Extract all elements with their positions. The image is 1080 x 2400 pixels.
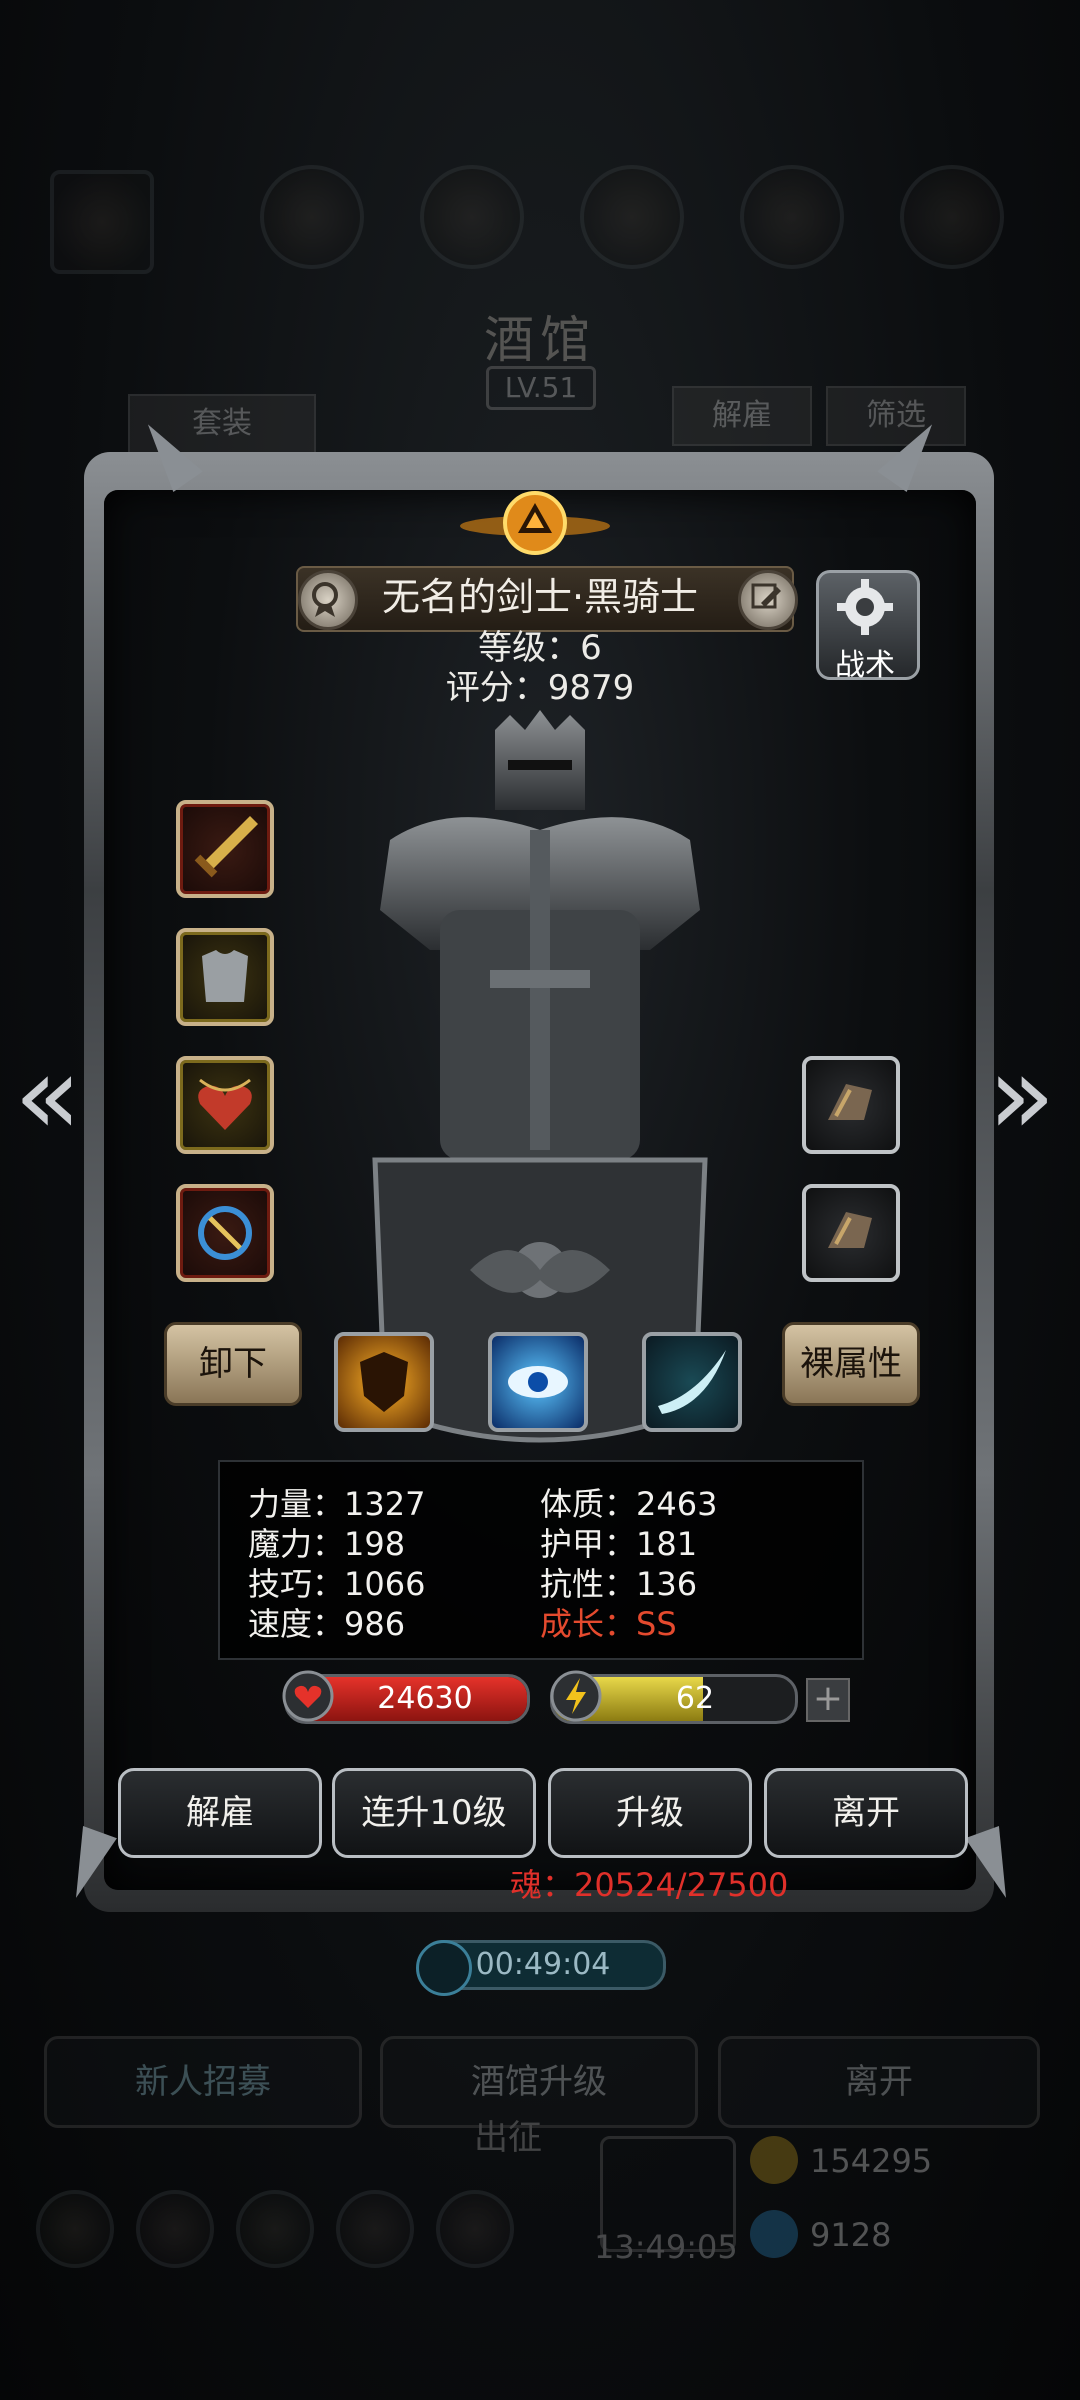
stat-resistance: 抗性：136 [540, 1565, 698, 1603]
energy-value: 62 [675, 1681, 715, 1716]
hp-value: 24630 [377, 1681, 473, 1716]
tavern-leave-button: 离开 [718, 2036, 1040, 2128]
level-up-10-button[interactable]: 连升10级 [332, 1768, 536, 1858]
menu-icon-5 [436, 2190, 514, 2268]
heart-icon [282, 1670, 334, 1722]
medal-icon[interactable] [298, 570, 358, 630]
nav-icon-1 [260, 165, 364, 269]
stat-skill: 技巧：1066 [248, 1565, 426, 1603]
gold-coin-icon [750, 2136, 798, 2184]
stat-constitution: 体质：2463 [540, 1485, 718, 1523]
nav-icon-2 [420, 165, 524, 269]
sword-icon [194, 816, 258, 878]
menu-icon-1 [36, 2190, 114, 2268]
eye-icon [508, 1366, 568, 1398]
lightning-icon [550, 1670, 602, 1722]
clock-label: 13:49:05 [594, 2228, 738, 2266]
gauntlet-icon [828, 1212, 872, 1248]
next-hero-arrow-icon[interactable]: » [988, 1040, 1055, 1150]
naked-stats-button[interactable]: 裸属性 [782, 1322, 920, 1406]
timer-icon [416, 1940, 472, 1996]
stat-armor: 护甲：181 [540, 1525, 698, 1563]
menu-icon-2 [136, 2190, 214, 2268]
stat-speed: 速度：986 [248, 1605, 406, 1643]
level-up-button[interactable]: 升级 [548, 1768, 752, 1858]
dismiss-button[interactable]: 解雇 [118, 1768, 322, 1858]
depart-label: 出征 [474, 2118, 542, 2158]
nav-icon-5 [900, 165, 1004, 269]
tavern-title: 酒馆 [484, 311, 596, 369]
ring-slot-2[interactable] [802, 1184, 900, 1282]
rename-edit-icon[interactable] [738, 570, 798, 630]
nav-icon-4 [740, 165, 844, 269]
hero-score: 评分：9879 [445, 668, 635, 708]
hero-name: 无名的剑士·黑骑士 [381, 575, 699, 619]
leave-button[interactable]: 离开 [764, 1768, 968, 1858]
magic-shield-icon [198, 1206, 252, 1260]
hero-portrait-icon [50, 170, 154, 274]
skill-slot-3[interactable] [642, 1332, 742, 1432]
gem-icon [750, 2210, 798, 2258]
weapon-slot[interactable] [176, 800, 274, 898]
armor-icon [202, 950, 248, 1002]
tavern-level: LV.51 [486, 366, 596, 410]
bg-dismiss-button: 解雇 [672, 386, 812, 446]
offhand-slot[interactable] [176, 1184, 274, 1282]
gold-amount: 154295 [810, 2142, 933, 2180]
add-energy-button[interactable]: + [806, 1678, 850, 1722]
fire-shield-icon [360, 1352, 408, 1412]
skill-slot-1[interactable] [334, 1332, 434, 1432]
stat-strength: 力量：1327 [248, 1485, 426, 1523]
heart-necklace-icon [198, 1078, 252, 1130]
stat-growth: 成长：SS [540, 1605, 677, 1643]
armor-slot[interactable] [176, 928, 274, 1026]
gauntlet-icon [828, 1084, 872, 1120]
tactics-label: 战术 [835, 648, 895, 683]
skill-slot-2[interactable] [488, 1332, 588, 1432]
gem-amount: 9128 [810, 2216, 892, 2254]
prev-hero-arrow-icon[interactable]: « [14, 1040, 81, 1150]
fire-emblem-icon [460, 491, 610, 555]
menu-icon-4 [336, 2190, 414, 2268]
unequip-button[interactable]: 卸下 [164, 1322, 302, 1406]
gear-icon [837, 579, 893, 635]
accessory-slot[interactable] [176, 1056, 274, 1154]
nav-icon-3 [580, 165, 684, 269]
slash-icon [658, 1350, 726, 1414]
recruit-button: 新人招募 [44, 2036, 362, 2128]
ring-slot-1[interactable] [802, 1056, 900, 1154]
soul-counter: 魂：20524/27500 [510, 1866, 789, 1904]
stat-magic: 魔力：198 [248, 1525, 406, 1563]
menu-icon-3 [236, 2190, 314, 2268]
